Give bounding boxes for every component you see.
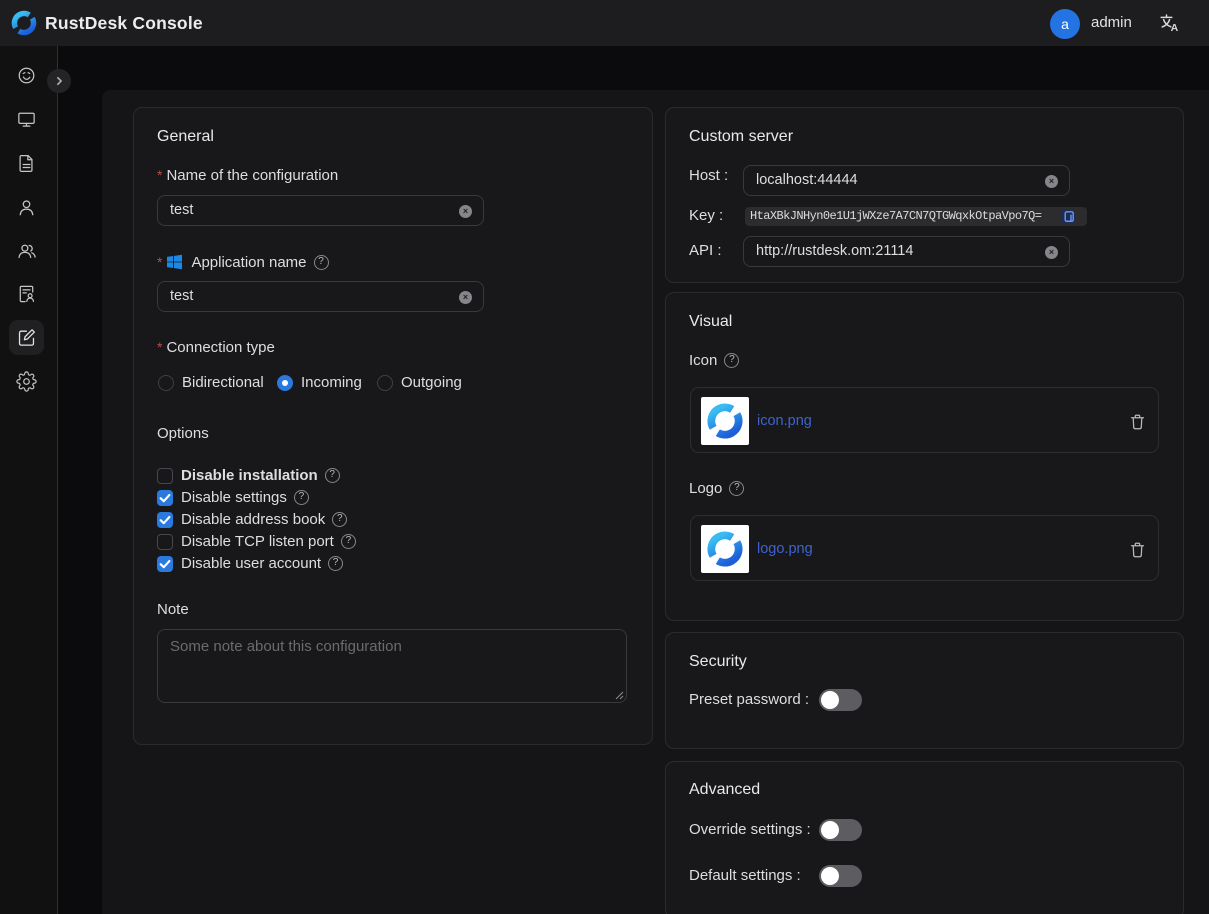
svg-text:A: A (1171, 22, 1179, 33)
